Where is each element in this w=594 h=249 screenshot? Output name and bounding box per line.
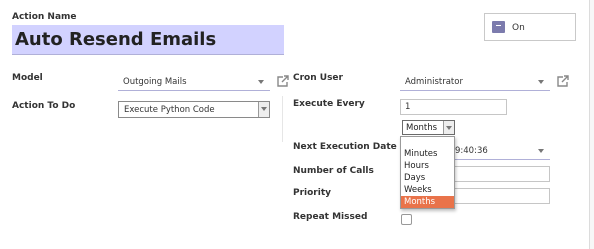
interval-option[interactable]: Weeks [401, 184, 454, 196]
column-divider [282, 96, 283, 142]
interval-type-value: Months [406, 123, 438, 133]
action-to-do-value: Execute Python Code [124, 105, 215, 115]
action-to-do-select[interactable]: Execute Python Code [118, 101, 270, 118]
form-sheet: Action Name Auto Resend Emails On Model … [0, 0, 590, 249]
external-link-icon[interactable] [556, 74, 570, 88]
priority-label: Priority [293, 188, 331, 198]
action-name-value: Auto Resend Emails [15, 29, 217, 50]
cron-user-select[interactable]: Administrator [400, 74, 550, 91]
cron-user-label: Cron User [293, 73, 343, 83]
model-value: Outgoing Mails [123, 77, 187, 87]
dropdown-caret-icon[interactable] [538, 80, 544, 84]
dropdown-caret-icon[interactable] [258, 80, 264, 84]
interval-option[interactable]: Minutes [401, 148, 454, 160]
next-execution-date-label: Next Execution Date [293, 142, 397, 152]
interval-type-dropdown: Minutes Hours Days Weeks Months [400, 136, 455, 209]
interval-option-selected[interactable]: Months [401, 196, 454, 208]
interval-type-select[interactable]: Months [402, 120, 455, 135]
action-name-input[interactable]: Auto Resend Emails [12, 25, 284, 55]
archive-icon [492, 21, 505, 33]
active-toggle-button[interactable]: On [484, 13, 576, 41]
cron-user-value: Administrator [405, 77, 463, 87]
interval-number-value: 1 [405, 102, 411, 112]
dropdown-caret-icon [261, 107, 267, 111]
active-toggle-label: On [512, 23, 525, 33]
interval-option[interactable]: Hours [401, 160, 454, 172]
model-select[interactable]: Outgoing Mails [118, 74, 270, 91]
interval-option[interactable]: Days [401, 172, 454, 184]
action-name-label: Action Name [12, 12, 77, 22]
action-to-do-label: Action To Do [12, 101, 76, 111]
interval-number-input[interactable]: 1 [400, 99, 507, 115]
dropdown-caret-icon [446, 126, 452, 130]
external-link-icon[interactable] [276, 74, 290, 88]
repeat-missed-label: Repeat Missed [293, 212, 368, 222]
repeat-missed-checkbox[interactable] [401, 214, 412, 225]
number-of-calls-label: Number of Calls [293, 166, 374, 176]
model-label: Model [12, 73, 43, 83]
dropdown-caret-icon[interactable] [538, 149, 544, 153]
execute-every-label: Execute Every [293, 99, 365, 109]
